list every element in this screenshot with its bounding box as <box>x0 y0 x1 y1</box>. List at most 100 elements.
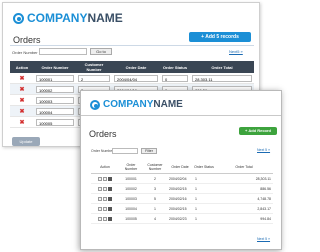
order-date-cell: 2004/02/16 <box>167 193 193 204</box>
col-header-order-date: Order Date <box>112 61 160 73</box>
table-row: 100001 2 2004/02/04 1 28,303.11 <box>91 173 273 184</box>
logo-icon <box>13 12 24 24</box>
col-header-action: Action <box>10 61 34 73</box>
logo-text-part2: NAME <box>153 99 183 110</box>
table-header-row: Action Order Number Customer Number Orde… <box>10 61 254 73</box>
delete-icon[interactable] <box>108 206 112 211</box>
order-number-cell: 100005 <box>119 213 143 224</box>
next-page-link[interactable]: Next5 » <box>229 49 243 54</box>
logo-text-part1: COMPANY <box>103 99 154 110</box>
edit-icon[interactable] <box>103 186 107 191</box>
order-number-cell: 100004 <box>119 203 143 214</box>
update-button[interactable]: Update <box>12 137 40 146</box>
add-records-button[interactable]: + Add 5 records <box>189 32 251 42</box>
order-total-cell: 994.84 <box>215 213 273 224</box>
order-status-cell: 1 <box>193 203 215 214</box>
order-number-field[interactable]: 100005 <box>36 118 74 126</box>
view-icon[interactable] <box>98 186 102 191</box>
go-to-button[interactable]: Go to <box>90 48 112 55</box>
order-number-field[interactable]: 100004 <box>36 107 74 115</box>
filter-button[interactable]: Filter <box>141 148 157 154</box>
order-total-cell: 4,748.78 <box>215 193 273 204</box>
edit-icon[interactable] <box>103 206 107 211</box>
company-logo: COMPANY NAME <box>90 99 183 110</box>
order-number-field[interactable]: 100002 <box>36 85 74 93</box>
orders-window-front: COMPANY NAME Orders + Add Record Order Nu… <box>80 90 282 250</box>
table-header-row: Action Order Number Customer Number Orde… <box>91 161 273 174</box>
edit-icon[interactable] <box>103 196 107 201</box>
order-number-cell: 100001 <box>119 173 143 184</box>
order-total-field[interactable]: 28,303.11 <box>192 74 252 82</box>
col-header-order-number: Order Number <box>119 161 143 174</box>
page-title: Orders <box>89 129 117 139</box>
order-date-cell: 2004/02/04 <box>167 173 193 184</box>
col-header-order-total: Order Total <box>190 61 254 73</box>
delete-icon[interactable] <box>108 196 112 201</box>
delete-icon[interactable]: ✖ <box>12 86 32 93</box>
order-number-cell: 100002 <box>119 183 143 194</box>
table-row: 100002 3 2004/02/15 1 886.56 <box>91 183 273 194</box>
page-title: Orders <box>13 35 41 45</box>
order-date-cell: 2004/02/23 <box>167 213 193 224</box>
logo-text-part1: COMPANY <box>27 11 88 25</box>
delete-icon[interactable] <box>108 176 112 181</box>
delete-icon[interactable]: ✖ <box>12 119 32 126</box>
order-number-field[interactable]: 100001 <box>36 74 74 82</box>
table-row: ✖ 100001 2 2004/04/04 0 28,303.11 <box>10 73 254 84</box>
order-status-cell: 1 <box>193 213 215 224</box>
table-row: 100005 4 2004/02/23 1 994.84 <box>91 213 273 224</box>
col-header-order-number: Order Number <box>34 61 76 73</box>
order-status-cell: 1 <box>193 183 215 194</box>
order-total-cell: 886.56 <box>215 183 273 194</box>
delete-icon[interactable]: ✖ <box>12 108 32 115</box>
table-row: 100004 1 2004/02/15 1 2,843.17 <box>91 203 273 214</box>
order-number-input[interactable] <box>112 148 138 154</box>
order-total-cell: 28,303.11 <box>215 173 273 184</box>
order-total-cell: 2,843.17 <box>215 203 273 214</box>
order-number-input[interactable] <box>39 48 87 55</box>
logo-text-part2: NAME <box>87 11 123 25</box>
order-number-field[interactable]: 100003 <box>36 96 74 104</box>
table-row: 100003 5 2004/02/16 1 4,748.78 <box>91 193 273 204</box>
col-header-action: Action <box>91 161 119 174</box>
orders-table: Action Order Number Customer Number Orde… <box>91 161 273 224</box>
divider <box>10 45 254 46</box>
col-header-order-status: Order Status <box>160 61 190 73</box>
next-page-link[interactable]: Next 5 » <box>257 148 270 152</box>
delete-icon[interactable]: ✖ <box>12 75 32 82</box>
view-icon[interactable] <box>98 206 102 211</box>
view-icon[interactable] <box>98 196 102 201</box>
edit-icon[interactable] <box>103 216 107 221</box>
order-date-field[interactable]: 2004/04/04 <box>114 74 158 82</box>
customer-number-cell: 4 <box>143 213 167 224</box>
order-date-cell: 2004/02/15 <box>167 183 193 194</box>
order-number-label: Order Number <box>12 50 38 55</box>
col-header-customer-number: Customer Number <box>143 161 167 174</box>
edit-icon[interactable] <box>103 176 107 181</box>
header-divider <box>81 115 281 116</box>
col-header-order-status: Order Status <box>193 161 215 174</box>
order-status-cell: 1 <box>193 193 215 204</box>
logo-icon <box>90 99 100 110</box>
order-date-cell: 2004/02/15 <box>167 203 193 214</box>
customer-number-cell: 1 <box>143 203 167 214</box>
customer-number-cell: 5 <box>143 193 167 204</box>
order-status-cell: 1 <box>193 173 215 184</box>
delete-icon[interactable] <box>108 186 112 191</box>
customer-number-field[interactable]: 2 <box>78 74 110 82</box>
col-header-customer-number: Customer Number <box>76 61 112 73</box>
order-status-field[interactable]: 0 <box>162 74 188 82</box>
customer-number-cell: 3 <box>143 183 167 194</box>
delete-icon[interactable] <box>108 216 112 221</box>
customer-number-cell: 2 <box>143 173 167 184</box>
view-icon[interactable] <box>98 176 102 181</box>
add-record-button[interactable]: + Add Record <box>239 127 277 135</box>
col-header-order-date: Order Date <box>167 161 193 174</box>
order-number-label: Order Number <box>91 149 114 153</box>
delete-icon[interactable]: ✖ <box>12 97 32 104</box>
view-icon[interactable] <box>98 216 102 221</box>
col-header-order-total: Order Total <box>215 161 273 174</box>
order-number-cell: 100003 <box>119 193 143 204</box>
company-logo: COMPANY NAME <box>13 11 123 25</box>
next-page-link-bottom[interactable]: Next 5 » <box>257 237 270 241</box>
